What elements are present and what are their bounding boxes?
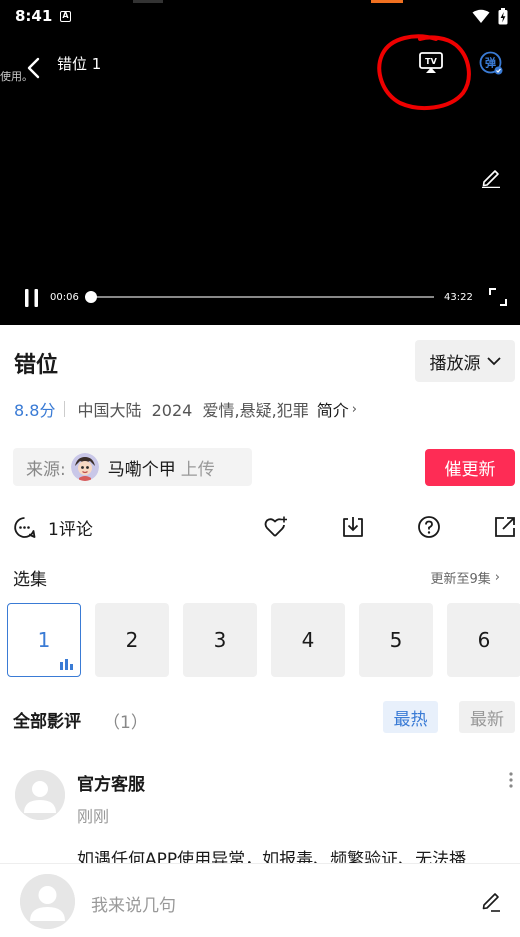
favorite-add-icon[interactable] bbox=[264, 515, 288, 539]
status-icons bbox=[472, 8, 508, 25]
rating: 8.8分 bbox=[14, 401, 56, 420]
status-time: 8:41 bbox=[15, 7, 53, 25]
more-vertical-icon[interactable] bbox=[508, 771, 514, 789]
danmu-label: 弹 bbox=[485, 56, 496, 70]
intro-link[interactable]: 简介 bbox=[317, 397, 349, 421]
comment-button[interactable]: 1评论 bbox=[13, 515, 93, 540]
progress-thumb[interactable] bbox=[84, 291, 97, 303]
uploader-avatar bbox=[70, 453, 99, 481]
actions-row: 1评论 bbox=[0, 512, 520, 542]
user-avatar-icon bbox=[20, 874, 75, 929]
uploader-suffix: 上传 bbox=[180, 459, 215, 480]
episode-item[interactable]: 1 bbox=[7, 603, 81, 677]
review-text: 如遇任何APP使用异常，如报毒、频繁验证、无法播 bbox=[77, 850, 467, 863]
episode-list: 1 2 3 4 5 6 bbox=[7, 603, 520, 677]
video-player[interactable]: 8:41 A 使用。 错位 1 TV 弹 00:06 43:22 bbox=[0, 0, 520, 325]
notification-icon: A bbox=[60, 11, 71, 22]
source-selector[interactable]: 播放源 bbox=[415, 340, 515, 382]
danmu-toggle-icon[interactable]: 弹 bbox=[479, 51, 503, 75]
user-avatar-icon bbox=[15, 770, 65, 820]
episode-number: 6 bbox=[477, 628, 491, 652]
pause-icon[interactable] bbox=[24, 288, 40, 308]
uploader-name: 马嘞个甲 bbox=[107, 459, 176, 480]
notch-indicator bbox=[133, 0, 163, 3]
reviews-title: 全部影评 bbox=[13, 712, 81, 732]
episode-item[interactable]: 4 bbox=[271, 603, 345, 677]
tv-label: TV bbox=[425, 57, 437, 66]
video-title: 错位 1 bbox=[57, 55, 102, 73]
sort-hot-tab[interactable]: 最热 bbox=[383, 701, 438, 733]
wifi-icon bbox=[472, 9, 490, 23]
episode-item[interactable]: 3 bbox=[183, 603, 257, 677]
uploader-badge[interactable]: 来源: 马嘞个甲 上传 bbox=[13, 448, 252, 486]
update-status-text: 更新至9集 bbox=[430, 572, 491, 587]
episode-item[interactable]: 5 bbox=[359, 603, 433, 677]
episode-item[interactable]: 6 bbox=[447, 603, 520, 677]
progress-bar[interactable] bbox=[84, 291, 434, 303]
fullscreen-icon[interactable] bbox=[488, 287, 508, 307]
episode-item[interactable]: 2 bbox=[95, 603, 169, 677]
chevron-right-icon: › bbox=[351, 401, 357, 417]
chevron-down-icon bbox=[486, 356, 501, 365]
meta-info: 中国大陆 2024 爱情,悬疑,犯罪 bbox=[77, 401, 309, 420]
comment-icon bbox=[14, 517, 36, 538]
current-time: 00:06 bbox=[50, 292, 79, 303]
episode-number: 3 bbox=[213, 628, 227, 652]
meta-row: 8.8分 中国大陆 2024 爱情,悬疑,犯罪 简介 › bbox=[14, 397, 357, 421]
reviews-count: （1） bbox=[103, 713, 148, 733]
episode-number: 1 bbox=[37, 628, 51, 652]
comment-input-bar[interactable]: 我来说几句 bbox=[0, 863, 520, 937]
edit-danmu-icon[interactable] bbox=[480, 166, 502, 188]
total-time: 43:22 bbox=[444, 292, 473, 303]
sort-new-tab[interactable]: 最新 bbox=[459, 701, 515, 733]
comment-count: 1评论 bbox=[48, 520, 93, 540]
battery-charging-icon bbox=[498, 8, 508, 25]
back-icon[interactable] bbox=[24, 57, 44, 79]
uploader-prefix: 来源: bbox=[26, 459, 66, 480]
update-status-link[interactable]: 更新至9集 › bbox=[431, 568, 500, 587]
compose-icon[interactable] bbox=[480, 890, 502, 912]
help-icon[interactable] bbox=[417, 515, 441, 539]
recording-indicator bbox=[371, 0, 403, 3]
source-label: 播放源 bbox=[429, 353, 481, 374]
download-icon[interactable] bbox=[341, 515, 365, 539]
episode-number: 2 bbox=[125, 628, 139, 652]
tv-cast-icon[interactable]: TV bbox=[419, 52, 443, 74]
show-title: 错位 bbox=[14, 353, 59, 378]
comment-input[interactable]: 我来说几句 bbox=[91, 891, 176, 916]
review-author: 官方客服 bbox=[77, 775, 145, 795]
review-item: 官方客服 刚刚 如遇任何APP使用异常，如报毒、频繁验证、无法播 bbox=[0, 760, 520, 863]
episode-number: 4 bbox=[301, 628, 315, 652]
urge-update-button[interactable]: 催更新 bbox=[425, 449, 515, 486]
episode-number: 5 bbox=[389, 628, 403, 652]
episodes-label: 选集 bbox=[13, 570, 47, 590]
playing-icon bbox=[60, 659, 73, 670]
share-icon[interactable] bbox=[493, 515, 517, 539]
chevron-right-icon: › bbox=[494, 570, 500, 585]
divider bbox=[64, 401, 66, 417]
status-bar: 8:41 A bbox=[0, 0, 520, 32]
review-time: 刚刚 bbox=[77, 807, 110, 826]
